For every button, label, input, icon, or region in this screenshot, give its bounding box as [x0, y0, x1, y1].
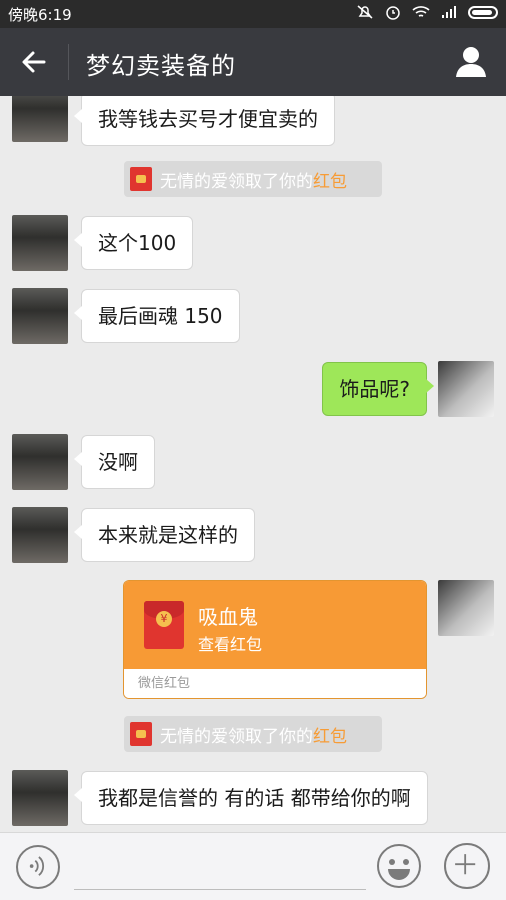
system-notice-accent: 红包 [313, 726, 347, 747]
red-packet-footer: 微信红包 [124, 669, 426, 698]
input-bar [0, 832, 506, 900]
contact-avatar[interactable] [12, 215, 68, 271]
red-packet-card[interactable]: 吸血鬼 查看红包 微信红包 [123, 580, 427, 699]
plus-icon [455, 854, 476, 875]
contact-avatar[interactable] [12, 96, 68, 142]
red-packet-body: 吸血鬼 查看红包 [124, 581, 426, 669]
message-list[interactable]: 我等钱去买号才便宜卖的 无情的爱领取了你的 红包 这个100 最后画魂 150 饰… [0, 96, 506, 832]
signal-icon [442, 6, 456, 18]
system-notice: 无情的爱领取了你的 红包 [124, 161, 382, 197]
message-bubble[interactable]: 最后画魂 150 [74, 289, 240, 343]
status-bar: 傍晚6:19 [0, 0, 506, 28]
red-envelope-icon [130, 167, 152, 191]
system-notice-text: 无情的爱领取了你的 [160, 726, 313, 747]
more-options-button[interactable] [444, 843, 490, 889]
message-bubble[interactable]: 我都是信誉的 有的话 都带给你的啊 [74, 771, 428, 825]
my-avatar[interactable] [438, 580, 494, 636]
status-time: 傍晚6:19 [8, 6, 72, 24]
alarm-icon [386, 6, 400, 20]
chat-title: 梦幻卖装备的 [86, 52, 236, 80]
emoji-icon[interactable] [376, 843, 422, 889]
system-notice: 无情的爱领取了你的 红包 [124, 716, 382, 752]
message-bubble[interactable]: 我等钱去买号才便宜卖的 [74, 96, 335, 146]
message-bubble[interactable]: 这个100 [73, 216, 194, 270]
voice-icon [29, 856, 45, 876]
red-packet-title: 吸血鬼 [198, 605, 258, 629]
status-icons [356, 4, 498, 20]
red-envelope-icon [144, 601, 184, 649]
chat-header: 梦幻卖装备的 [0, 28, 506, 96]
red-envelope-icon [130, 722, 152, 746]
message-bubble[interactable]: 没啊 [74, 435, 155, 489]
message-bubble-mine[interactable]: 饰品呢? [322, 362, 434, 416]
system-notice-text: 无情的爱领取了你的 [160, 171, 313, 192]
header-divider [68, 44, 69, 80]
wifi-icon [412, 6, 430, 17]
message-input[interactable] [74, 889, 366, 890]
contact-avatar[interactable] [12, 288, 68, 344]
contact-avatar[interactable] [12, 434, 68, 490]
battery-icon [468, 5, 498, 19]
back-arrow-icon[interactable] [18, 46, 50, 78]
message-bubble[interactable]: 本来就是这样的 [74, 508, 255, 562]
red-packet-subtitle: 查看红包 [198, 635, 263, 654]
voice-toggle-button[interactable] [16, 845, 60, 889]
system-notice-accent: 红包 [313, 171, 347, 192]
contact-avatar[interactable] [12, 770, 68, 826]
my-avatar[interactable] [438, 361, 494, 417]
contact-avatar[interactable] [12, 507, 68, 563]
mute-bell-icon [357, 5, 373, 19]
profile-icon[interactable] [454, 44, 488, 78]
